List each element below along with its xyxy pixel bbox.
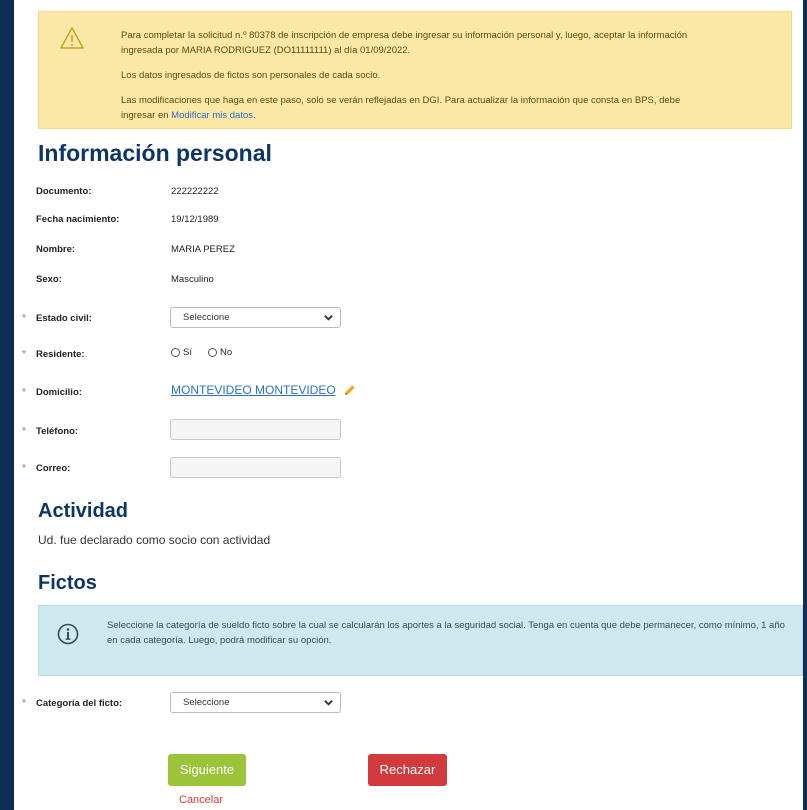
telefono-label: Teléfono: (36, 426, 79, 437)
fictos-info-text: Seleccione la categoría de sueldo ficto … (107, 620, 785, 646)
warning-icon (60, 27, 84, 49)
warning-notice: Para completar la solicitud n.º 80378 de… (38, 11, 792, 129)
residente-si-option[interactable]: Sí (171, 347, 192, 358)
notice-line-1: Para completar la solicitud n.º 80378 de… (121, 30, 688, 41)
telefono-input[interactable] (170, 419, 341, 440)
estado-civil-selected: Seleccione (183, 312, 230, 323)
residente-no-option[interactable]: No (208, 347, 232, 358)
residente-label: Residente: (36, 349, 85, 360)
required-mark: * (22, 313, 26, 324)
required-mark: * (22, 698, 26, 709)
documento-label: Documento: (36, 186, 92, 197)
notice-line-3: Los datos ingresados de fictos son perso… (121, 70, 381, 81)
modificar-datos-link[interactable]: Modificar mis datos. (171, 110, 255, 121)
correo-input[interactable] (170, 457, 341, 478)
cancelar-link[interactable]: Cancelar (179, 794, 223, 806)
radio-no[interactable] (208, 347, 217, 357)
required-mark: * (22, 426, 26, 437)
required-mark: * (22, 387, 26, 398)
fecha-nacimiento-label: Fecha nacimiento: (36, 214, 120, 225)
residente-no-label: No (220, 347, 233, 358)
notice-line-4: Las modificaciones que haga en este paso… (121, 95, 681, 106)
pencil-icon[interactable] (343, 384, 356, 397)
sexo-value: Masculino (171, 274, 214, 285)
section-title-actividad: Actividad (38, 500, 129, 522)
notice-line-2: ingresada por MARIA RODRIGUEZ (DO1111111… (121, 45, 411, 56)
section-title-fictos: Fictos (38, 572, 97, 594)
rechazar-button[interactable]: Rechazar (368, 754, 447, 786)
section-title-personal: Información personal (38, 140, 272, 166)
radio-si[interactable] (171, 347, 180, 357)
nombre-value: MARIA PEREZ (171, 244, 235, 255)
chevron-down-icon (324, 315, 333, 321)
estado-civil-select[interactable]: Seleccione (170, 307, 341, 328)
categoria-ficto-label: Categoría del ficto: (36, 698, 123, 709)
nombre-label: Nombre: (36, 244, 76, 255)
fecha-nacimiento-value: 19/12/1989 (171, 214, 219, 225)
categoria-ficto-selected: Seleccione (183, 697, 230, 708)
residente-si-label: Sí (183, 347, 192, 358)
required-mark: * (22, 349, 26, 360)
documento-value: 222222222 (171, 186, 219, 197)
page: Para completar la solicitud n.º 80378 de… (14, 0, 803, 810)
sexo-label: Sexo: (36, 274, 62, 285)
siguiente-button[interactable]: Siguiente (168, 754, 246, 786)
info-icon (57, 623, 79, 645)
correo-label: Correo: (36, 463, 71, 474)
notice-line-5-prefix: ingresar en (121, 110, 169, 121)
chevron-down-icon (324, 700, 333, 706)
actividad-text: Ud. fue declarado como socio con activid… (38, 533, 271, 547)
required-mark: * (22, 463, 26, 474)
categoria-ficto-select[interactable]: Seleccione (170, 692, 341, 713)
domicilio-label: Domicilio: (36, 387, 82, 398)
domicilio-link[interactable]: MONTEVIDEO MONTEVIDEO (171, 383, 336, 397)
estado-civil-label: Estado civil: (36, 313, 92, 324)
fictos-info-box: Seleccione la categoría de sueldo ficto … (38, 605, 803, 676)
notice-line-5: ingresar en Modificar mis datos. (121, 108, 256, 123)
